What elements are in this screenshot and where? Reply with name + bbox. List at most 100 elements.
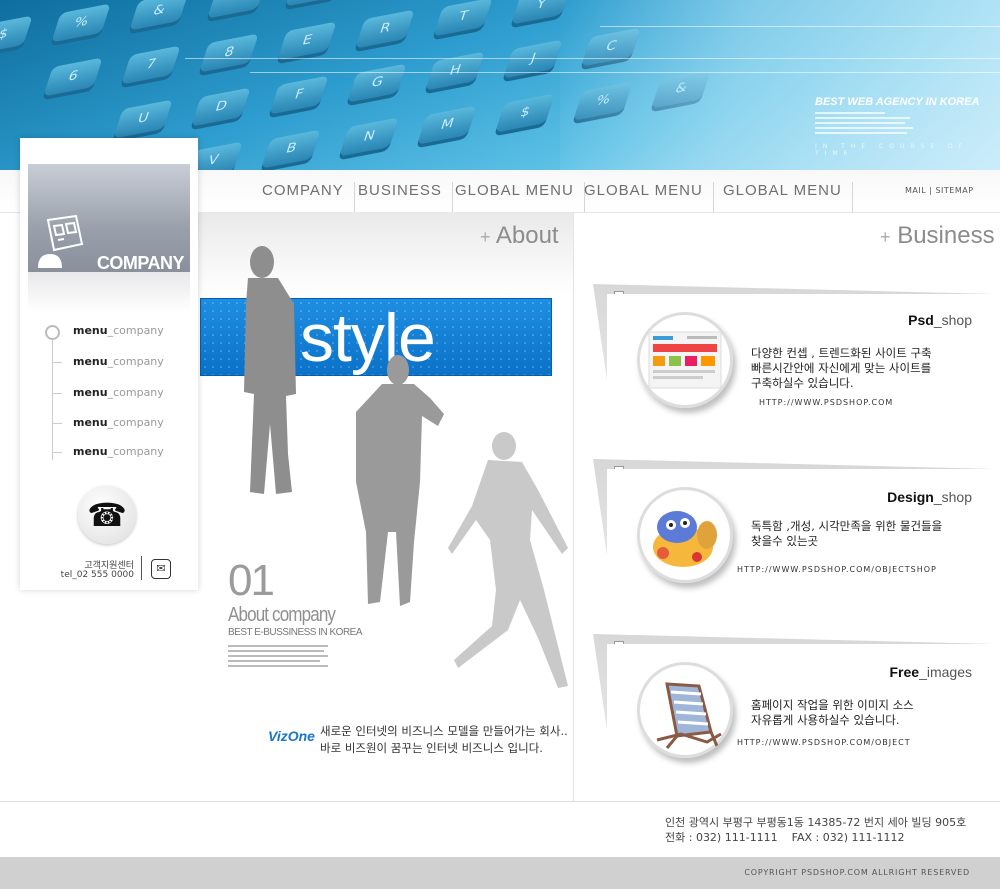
menu-tick	[52, 362, 62, 363]
vizone-logo: VizOne	[268, 728, 315, 744]
card-text: 홈페이지 작업을 위한 이미지 소스 자유롭게 사용하실수 있습니다.	[751, 698, 914, 727]
card-text: 다양한 컨셉 , 트렌드화된 사이트 구축 빠른시간안에 자신에게 맞는 사이트…	[751, 346, 932, 390]
sidebar-header: COMPANY	[28, 164, 190, 273]
banner-small-text	[815, 132, 907, 134]
about-company-title: About company	[228, 604, 336, 626]
card-title: Psd_shop	[908, 312, 972, 328]
menu-tick	[52, 452, 62, 453]
card-body: Design_shop 독특함 ,개성, 시각만족을 위한 물건들을 찾을수 있…	[607, 469, 1000, 627]
keyboard-key: %	[51, 3, 111, 43]
man-silhouette-icon	[244, 246, 296, 494]
keyboard-key: N	[339, 117, 399, 157]
woman-silhouette-icon	[448, 432, 568, 688]
about-description: 새로운 인터넷의 비즈니스 모델을 만들어가는 회사.. 바로 비즈원이 꿈꾸는…	[320, 723, 568, 757]
phone-man-silhouette-icon	[356, 355, 444, 606]
telephone-icon: ☎	[78, 486, 136, 544]
banner-tagline: BEST WEB AGENCY IN KOREA	[815, 96, 980, 108]
nav-company[interactable]: COMPANY	[262, 182, 355, 212]
banner-line	[600, 26, 1000, 27]
customer-center-tel: tel_02 555 0000	[60, 570, 134, 580]
about-small-text	[228, 645, 328, 647]
card-url-link[interactable]: HTTP://WWW.PSDSHOP.COM	[759, 398, 893, 407]
about-small-text	[228, 655, 328, 657]
keyboard-key: D	[191, 87, 251, 127]
business-heading[interactable]: + Business	[880, 222, 995, 250]
sidebar-menu-item[interactable]: menu_company	[73, 386, 164, 399]
card-body: Psd_shop 다양한 컨셉 , 트렌드화된 사이트 구축 빠른시간안에 자신…	[607, 294, 1000, 452]
building-icon	[38, 214, 84, 268]
address-line: 인천 광역시 부평구 부평동1동 14385-72 번지 세아 빌딩 905호	[665, 816, 967, 829]
nav-global-menu-2[interactable]: GLOBAL MENU	[584, 182, 714, 212]
about-small-text	[228, 650, 324, 652]
website-thumbnail-icon	[637, 312, 733, 408]
card-text: 독특함 ,개성, 시각만족을 위한 물건들을 찾을수 있는곳	[751, 519, 943, 548]
plus-icon: +	[880, 227, 891, 247]
keyboard-key: R	[355, 9, 415, 49]
keyboard-key: E	[277, 21, 337, 61]
banner-line	[250, 72, 1000, 73]
card-title: Free_images	[889, 664, 973, 680]
footer-divider	[0, 801, 1000, 802]
sidebar-menu-item[interactable]: menu_company	[73, 445, 164, 458]
keyboard-key: &	[129, 0, 189, 31]
sidebar-fade	[28, 272, 190, 312]
about-small-text	[228, 660, 320, 662]
about-text-line: 새로운 인터넷의 비즈니스 모델을 만들어가는 회사..	[320, 724, 568, 738]
footer-address: 인천 광역시 부평구 부평동1동 14385-72 번지 세아 빌딩 905호 …	[665, 815, 966, 845]
nav-global-menu-1[interactable]: GLOBAL MENU	[455, 182, 585, 212]
keyboard-key: F	[269, 75, 329, 115]
keyboard-key: 7	[121, 45, 181, 85]
copyright-text: COPYRIGHT PSDSHOP.COM ALLRIGHT RESERVED	[744, 868, 970, 877]
keyboard-key: $	[0, 15, 33, 55]
sidebar-menu-item[interactable]: menu_company	[73, 324, 164, 337]
business-heading-text: Business	[897, 222, 995, 249]
card-body: Free_images 홈페이지 작업을 위한 이미지 소스 자유롭게 사용하실…	[607, 644, 1000, 802]
plus-icon: +	[480, 227, 491, 247]
about-small-text	[228, 665, 328, 667]
business-card-psd-shop[interactable]: Psd_shop 다양한 컨셉 , 트렌드화된 사이트 구축 빠른시간안에 자신…	[593, 284, 1000, 452]
toy-thumbnail-icon	[637, 487, 733, 583]
left-sidebar: COMPANY menu_company menu_company menu_c…	[20, 138, 198, 590]
keyboard-key: '	[207, 0, 267, 19]
menu-tick	[52, 423, 62, 424]
banner-line	[185, 58, 1000, 59]
sidebar-menu-item[interactable]: menu_company	[73, 416, 164, 429]
keyboard-key: B	[261, 129, 321, 169]
menu-tick	[52, 393, 62, 394]
beach-chair-thumbnail-icon	[637, 662, 733, 758]
keyboard-key: U	[113, 99, 173, 139]
keyboard-key: G	[347, 63, 407, 103]
divider	[141, 556, 142, 580]
about-heading-text: About	[495, 222, 559, 249]
business-card-design-shop[interactable]: Design_shop 독특함 ,개성, 시각만족을 위한 물건들을 찾을수 있…	[593, 459, 1000, 627]
banner-small-text	[815, 117, 910, 119]
nav-global-menu-3[interactable]: GLOBAL MENU	[723, 182, 853, 212]
util-links-mail-sitemap[interactable]: MAIL | SITEMAP	[905, 186, 974, 195]
banner-small-text	[815, 127, 913, 129]
card-url-link[interactable]: HTTP://WWW.PSDSHOP.COM/OBJECT	[737, 738, 911, 747]
sidebar-title: COMPANY	[96, 253, 185, 273]
keyboard-key: 6	[43, 57, 103, 97]
card-title: Design_shop	[887, 489, 972, 505]
banner-course-text: IN THE COURSE OF TIME	[815, 143, 969, 157]
banner-small-text	[815, 122, 905, 124]
about-heading[interactable]: + About	[480, 222, 559, 250]
business-card-free-images[interactable]: Free_images 홈페이지 작업을 위한 이미지 소스 자유롭게 사용하실…	[593, 634, 1000, 802]
phone-fax-line: 전화 : 032) 111-1111 FAX : 032) 111-1112	[665, 831, 905, 844]
keyboard-key: (	[285, 0, 345, 7]
keyboard-key: T	[433, 0, 493, 37]
keyboard-key: M	[417, 105, 477, 145]
nav-business[interactable]: BUSINESS	[358, 182, 453, 212]
about-text-line: 바로 비즈원이 꿈꾸는 인터넷 비즈니스 입니다.	[320, 741, 543, 755]
section-divider	[573, 212, 574, 802]
section-number: 01	[228, 556, 275, 605]
keyboard-key: $	[495, 93, 555, 133]
menu-bullet-icon	[45, 325, 60, 340]
sidebar-menu-item[interactable]: menu_company	[73, 355, 164, 368]
keyboard-key: 8	[199, 33, 259, 73]
banner-small-text	[815, 112, 885, 114]
mail-icon[interactable]: ✉	[151, 559, 171, 579]
about-company-subtitle: BEST E-BUSSINESS IN KOREA	[228, 627, 363, 638]
card-url-link[interactable]: HTTP://WWW.PSDSHOP.COM/OBJECTSHOP	[737, 565, 937, 574]
menu-connector-line	[52, 338, 53, 460]
